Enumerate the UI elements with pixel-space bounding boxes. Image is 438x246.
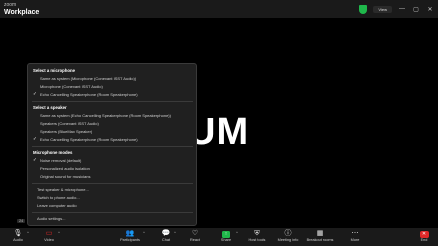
- video-options-caret[interactable]: ^: [58, 230, 60, 235]
- share-options-caret[interactable]: ^: [236, 230, 238, 235]
- video-camera-off-icon: ▭: [45, 230, 53, 237]
- view-button[interactable]: View: [373, 5, 392, 13]
- chat-label: Chat: [161, 238, 171, 242]
- speaker-section-header: Select a speaker: [33, 105, 67, 110]
- audio-settings-item[interactable]: Audio settings...: [37, 216, 65, 221]
- security-shield-icon[interactable]: [359, 4, 368, 14]
- end-label: End: [420, 238, 428, 242]
- title-bar: zoom Workplace View — ▢ ✕: [0, 0, 438, 18]
- audio-menu: Select a microphone Same as system (Micr…: [27, 63, 197, 226]
- leave-computer-audio-item[interactable]: Leave computer audio: [37, 203, 77, 208]
- microphone-option-selected[interactable]: Echo Cancelling Speakerphone (Room Speak…: [40, 92, 138, 97]
- speaker-option[interactable]: Speakers (Conexant ISST Audio): [40, 121, 99, 126]
- microphone-option[interactable]: Microphone (Conexant ISST Audio): [40, 84, 103, 89]
- share-screen-icon: ↑: [222, 231, 230, 238]
- more-label: More: [350, 238, 360, 242]
- react-heart-icon: ♡: [191, 230, 199, 237]
- share-label: Share: [220, 238, 232, 242]
- minimize-button[interactable]: —: [398, 6, 406, 12]
- mode-option[interactable]: Personalized audio isolation: [40, 166, 90, 171]
- meeting-info-label: Meeting info: [277, 238, 299, 242]
- react-button[interactable]: ♡ React: [184, 229, 206, 245]
- maximize-button[interactable]: ▢: [412, 6, 420, 13]
- participants-label: Participants: [120, 238, 140, 242]
- speaker-option[interactable]: Speakers (BlueMax Speaker): [40, 129, 92, 134]
- speaker-option[interactable]: Same as system (Echo Cancelling Speakerp…: [40, 113, 171, 118]
- info-icon: ⓘ: [284, 230, 292, 237]
- participants-options-caret[interactable]: ^: [143, 230, 145, 235]
- meeting-toolbar: 🎙 Audio ^ ▭ Video ^ 👥 Participants ^ 💬 C…: [0, 228, 438, 246]
- breakout-rooms-button[interactable]: ▦ Breakout rooms: [306, 229, 334, 245]
- react-label: React: [190, 238, 200, 242]
- small-badge: 24: [17, 219, 26, 223]
- participants-icon: 👥: [125, 230, 135, 237]
- mode-option[interactable]: Original sound for musicians: [40, 174, 90, 179]
- breakout-rooms-label: Breakout rooms: [306, 238, 334, 242]
- participants-button[interactable]: 👥 Participants: [117, 229, 143, 245]
- divider: [32, 146, 193, 147]
- breakout-rooms-icon: ▦: [316, 230, 324, 237]
- end-button[interactable]: ✕ End: [413, 229, 435, 245]
- audio-label: Audio: [13, 238, 23, 242]
- chat-options-caret[interactable]: ^: [174, 230, 176, 235]
- selected-check-icon: ✓: [33, 136, 37, 141]
- switch-phone-audio-item[interactable]: Switch to phone audio...: [37, 195, 80, 200]
- close-button[interactable]: ✕: [426, 6, 434, 13]
- divider: [32, 212, 193, 213]
- divider: [32, 183, 193, 184]
- audio-button[interactable]: 🎙 Audio: [7, 229, 29, 245]
- brand-top: zoom: [4, 2, 17, 8]
- microphone-option[interactable]: Same as system (Microphone (Conexant ISS…: [40, 76, 136, 81]
- video-button[interactable]: ▭ Video: [38, 229, 60, 245]
- zoom-workplace-logo: zoom Workplace: [4, 2, 39, 16]
- microphone-modes-header: Microphone modes: [33, 150, 73, 155]
- more-dots-icon: ⋯: [351, 230, 359, 237]
- selected-check-icon: ✓: [33, 91, 37, 96]
- audio-options-caret[interactable]: ^: [27, 230, 29, 235]
- selected-check-icon: ✓: [33, 157, 37, 162]
- video-label: Video: [44, 238, 54, 242]
- brand-bottom: Workplace: [4, 9, 40, 16]
- host-tools-button[interactable]: ⛨ Host tools: [245, 229, 269, 245]
- participant-name: UM: [188, 111, 250, 153]
- mode-option-selected[interactable]: Noise removal (default): [40, 158, 81, 163]
- test-speaker-mic-item[interactable]: Test speaker & microphone...: [37, 187, 89, 192]
- host-tools-icon: ⛨: [254, 230, 260, 237]
- microphone-icon: 🎙: [13, 230, 23, 237]
- microphone-section-header: Select a microphone: [33, 68, 76, 73]
- meeting-info-button[interactable]: ⓘ Meeting info: [275, 229, 301, 245]
- share-button[interactable]: ↑ Share: [215, 229, 237, 245]
- host-tools-label: Host tools: [248, 238, 266, 242]
- end-call-icon: ✕: [419, 231, 429, 238]
- divider: [32, 101, 193, 102]
- more-button[interactable]: ⋯ More: [344, 229, 366, 245]
- speaker-option-selected[interactable]: Echo Cancelling Speakerphone (Room Speak…: [40, 137, 138, 142]
